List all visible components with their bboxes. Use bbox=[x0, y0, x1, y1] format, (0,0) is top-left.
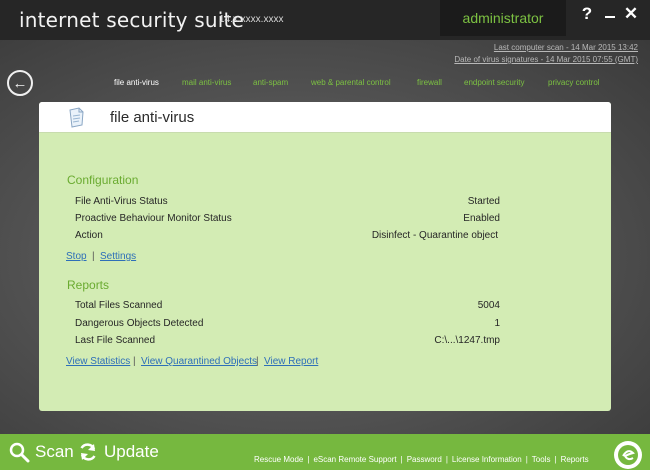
footer-separator: | bbox=[400, 455, 403, 464]
footer-links: Rescue Mode | eScan Remote Support | Passwor… bbox=[254, 455, 589, 464]
settings-link[interactable]: Settings bbox=[100, 251, 136, 262]
tab-file-anti-virus[interactable]: file anti-virus bbox=[114, 78, 159, 87]
help-button[interactable]: ? bbox=[576, 3, 598, 25]
last-scan-link[interactable]: Last computer scan - 14 Mar 2015 13:42 bbox=[494, 43, 638, 52]
reports-heading: Reports bbox=[67, 278, 110, 292]
view-statistics-link[interactable]: View Statistics bbox=[66, 356, 130, 367]
signatures-date-link[interactable]: Date of virus signatures - 14 Mar 2015 0… bbox=[454, 55, 638, 64]
scan-button[interactable]: Scan bbox=[8, 440, 74, 464]
app-version: 14.x.xxxx.xxxx bbox=[219, 14, 284, 25]
remote-support-link[interactable]: eScan Remote Support bbox=[313, 455, 396, 464]
logo-mark bbox=[618, 445, 638, 465]
file-anti-virus-panel: file anti-virus Configuration File Anti-… bbox=[39, 102, 611, 411]
row-label-action: Action bbox=[75, 230, 103, 241]
app-title: internet security suite bbox=[19, 8, 245, 32]
tab-web-parental-control[interactable]: web & parental control bbox=[311, 78, 391, 87]
panel-header: file anti-virus bbox=[39, 102, 611, 133]
link-separator: | bbox=[92, 251, 95, 262]
minimize-icon bbox=[605, 16, 615, 18]
escan-logo-icon[interactable] bbox=[614, 441, 642, 469]
footer-separator: | bbox=[445, 455, 448, 464]
row-label-last-file: Last File Scanned bbox=[75, 335, 156, 346]
refresh-icon bbox=[80, 443, 96, 461]
footer-separator: | bbox=[525, 455, 528, 464]
row-value-action: Disinfect - Quarantine object bbox=[371, 230, 498, 241]
footer-separator: | bbox=[554, 455, 557, 464]
user-badge: administrator bbox=[440, 0, 566, 36]
tab-mail-anti-virus[interactable]: mail anti-virus bbox=[182, 78, 231, 87]
tab-firewall[interactable]: firewall bbox=[417, 78, 442, 87]
row-value-file-av-status: Started bbox=[467, 196, 500, 207]
module-nav: file anti-virus mail anti-virus anti-spa… bbox=[0, 78, 650, 92]
row-label-proactive-status: Proactive Behaviour Monitor Status bbox=[75, 213, 232, 224]
update-label: Update bbox=[104, 442, 159, 461]
row-value-dangerous-objects: 1 bbox=[494, 318, 500, 329]
scan-icon bbox=[9, 442, 30, 463]
file-icon bbox=[69, 107, 84, 128]
footer-separator: | bbox=[307, 455, 310, 464]
row-label-dangerous-objects: Dangerous Objects Detected bbox=[75, 318, 204, 329]
title-bar: internet security suite 14.x.xxxx.xxxx a… bbox=[0, 0, 650, 40]
stop-link[interactable]: Stop bbox=[66, 251, 87, 262]
update-button[interactable]: Update bbox=[77, 440, 159, 464]
row-value-proactive-status: Enabled bbox=[463, 213, 500, 224]
tab-anti-spam[interactable]: anti-spam bbox=[253, 78, 288, 87]
configuration-heading: Configuration bbox=[67, 173, 139, 187]
bottom-bar: Scan Update Rescue Mode | eScan Remote Sup… bbox=[0, 434, 650, 470]
tools-link[interactable]: Tools bbox=[532, 455, 551, 464]
row-value-last-file: C:\...\1247.tmp bbox=[434, 335, 500, 346]
scan-info: Last computer scan - 14 Mar 2015 13:42 D… bbox=[454, 42, 638, 66]
minimize-button[interactable] bbox=[599, 3, 621, 25]
close-button[interactable]: ✕ bbox=[620, 3, 642, 25]
panel-title: file anti-virus bbox=[110, 109, 195, 126]
tab-privacy-control[interactable]: privacy control bbox=[548, 78, 600, 87]
view-report-link[interactable]: View Report bbox=[264, 356, 318, 367]
link-separator: | bbox=[133, 356, 136, 367]
license-information-link[interactable]: License Information bbox=[452, 455, 522, 464]
reports-link[interactable]: Reports bbox=[561, 455, 589, 464]
row-label-file-av-status: File Anti-Virus Status bbox=[75, 196, 168, 207]
password-link[interactable]: Password bbox=[407, 455, 442, 464]
scan-label: Scan bbox=[35, 442, 74, 461]
tab-endpoint-security[interactable]: endpoint security bbox=[464, 78, 524, 87]
row-value-total-files: 5004 bbox=[477, 300, 500, 311]
view-quarantined-link[interactable]: View Quarantined Objects bbox=[141, 356, 257, 367]
rescue-mode-link[interactable]: Rescue Mode bbox=[254, 455, 303, 464]
link-separator: | bbox=[256, 356, 259, 367]
row-label-total-files: Total Files Scanned bbox=[75, 300, 163, 311]
